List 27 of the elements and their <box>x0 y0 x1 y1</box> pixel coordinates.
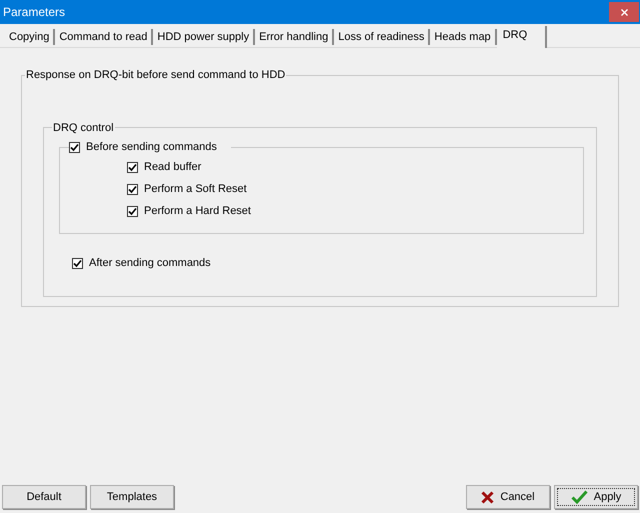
tab[interactable]: DRQ <box>496 26 548 48</box>
group-title: DRQ control <box>52 120 115 136</box>
window-title: Parameters <box>3 4 66 21</box>
checkbox-label: Before sending commands <box>86 140 217 155</box>
checkbox[interactable] <box>127 162 138 172</box>
tab[interactable]: HDD power supply <box>153 29 256 45</box>
tab[interactable]: Command to read <box>55 29 154 45</box>
tab[interactable]: Copying <box>5 29 56 45</box>
checkbox[interactable] <box>69 142 80 152</box>
cancel-button[interactable]: Cancel <box>466 485 550 509</box>
check-icon <box>570 490 588 504</box>
checkbox-label: Perform a Soft Reset <box>144 182 247 197</box>
checkbox-label: Read buffer <box>144 160 202 175</box>
checkbox-label: Perform a Hard Reset <box>144 204 251 219</box>
tab[interactable]: Loss of readiness <box>334 29 430 45</box>
dialog-button[interactable]: Default <box>2 485 86 509</box>
apply-button[interactable]: Apply <box>554 485 638 509</box>
dialog-button[interactable]: Templates <box>90 485 174 509</box>
checkbox[interactable] <box>127 184 138 194</box>
group-title: Response on DRQ-bit before send command to HDD <box>25 68 286 83</box>
tab[interactable]: Error handling <box>255 29 334 45</box>
close-button[interactable] <box>609 2 639 22</box>
checkbox[interactable] <box>72 258 83 268</box>
close-icon <box>620 8 628 16</box>
checkbox-label: After sending commands <box>89 256 211 271</box>
cross-icon <box>481 490 494 504</box>
checkbox[interactable] <box>127 206 138 216</box>
